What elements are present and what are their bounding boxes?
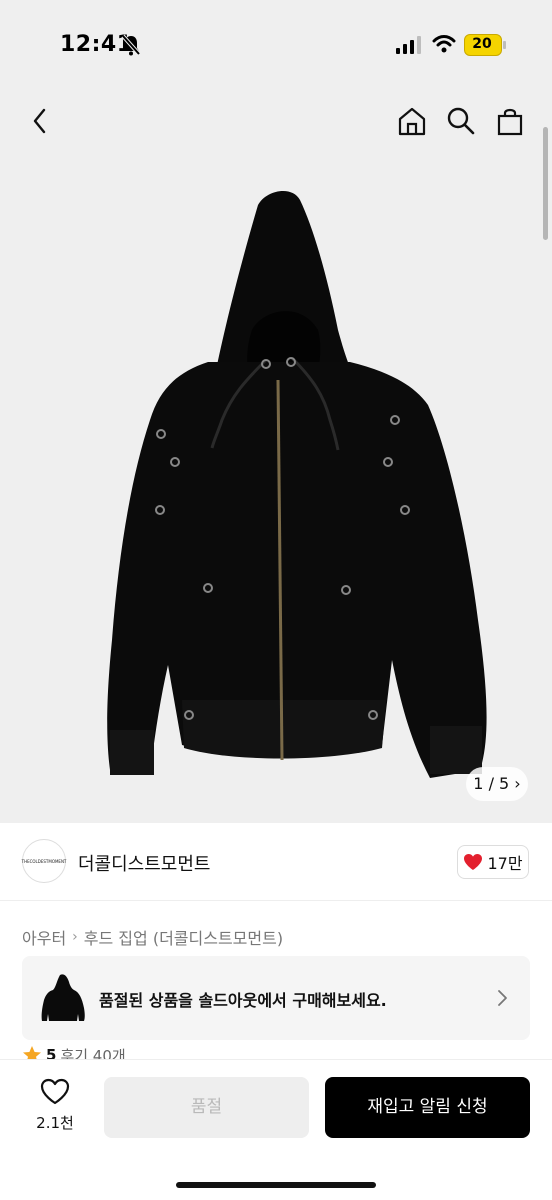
restock-alert-button[interactable]: 재입고 알림 신청 xyxy=(325,1077,530,1138)
image-counter[interactable]: 1 / 5 › xyxy=(466,767,528,801)
wishlist-button[interactable]: 2.1천 xyxy=(26,1078,84,1138)
breadcrumb-separator: › xyxy=(72,929,78,945)
chevron-left-icon xyxy=(33,108,46,134)
bottom-action-bar: 2.1천 품절 재입고 알림 신청 xyxy=(0,1059,552,1200)
brand-logo[interactable]: THECOLDESTMOMENT xyxy=(22,839,66,883)
cart-button[interactable] xyxy=(492,103,528,139)
brand-like-count: 17만 xyxy=(487,854,523,873)
brand-name[interactable]: 더콜디스트모먼트 xyxy=(78,850,210,876)
search-icon xyxy=(447,107,475,135)
soldout-button: 품절 xyxy=(104,1077,309,1138)
bell-off-icon xyxy=(121,34,141,56)
search-button[interactable] xyxy=(443,103,479,139)
breadcrumb-subcategory[interactable]: 후드 집업 (더콜디스트모먼트) xyxy=(84,925,283,949)
scroll-indicator[interactable] xyxy=(543,127,548,240)
brand-row[interactable]: THECOLDESTMOMENT 더콜디스트모먼트 17만 xyxy=(0,823,552,901)
soldout-banner-text: 품절된 상품을 솔드아웃에서 구매해보세요. xyxy=(99,991,387,1010)
breadcrumb-category[interactable]: 아우터 xyxy=(22,925,66,949)
shopping-bag-icon xyxy=(497,108,523,136)
status-bar: 12:41 20 xyxy=(0,0,552,90)
cellular-signal-icon xyxy=(396,36,421,54)
chevron-right-icon xyxy=(498,990,507,1006)
heart-outline-icon xyxy=(40,1078,70,1105)
home-indicator xyxy=(176,1182,376,1188)
heart-filled-icon xyxy=(464,854,483,870)
brand-like-button[interactable]: 17만 xyxy=(457,845,529,879)
home-button[interactable] xyxy=(394,103,430,139)
wifi-icon xyxy=(432,35,456,53)
back-button[interactable] xyxy=(22,103,58,139)
brand-logo-text: THECOLDESTMOMENT xyxy=(21,858,67,864)
battery-cap xyxy=(503,41,506,49)
battery-level: 20 xyxy=(472,36,492,52)
breadcrumb: 아우터 › 후드 집업 (더콜디스트모먼트) xyxy=(22,925,283,949)
soldout-banner[interactable]: 품절된 상품을 솔드아웃에서 구매해보세요. xyxy=(22,956,530,1040)
wishlist-count: 2.1천 xyxy=(36,1114,74,1132)
home-icon xyxy=(398,107,426,136)
battery-indicator: 20 xyxy=(464,34,502,56)
hoodie-thumbnail xyxy=(38,972,88,1024)
